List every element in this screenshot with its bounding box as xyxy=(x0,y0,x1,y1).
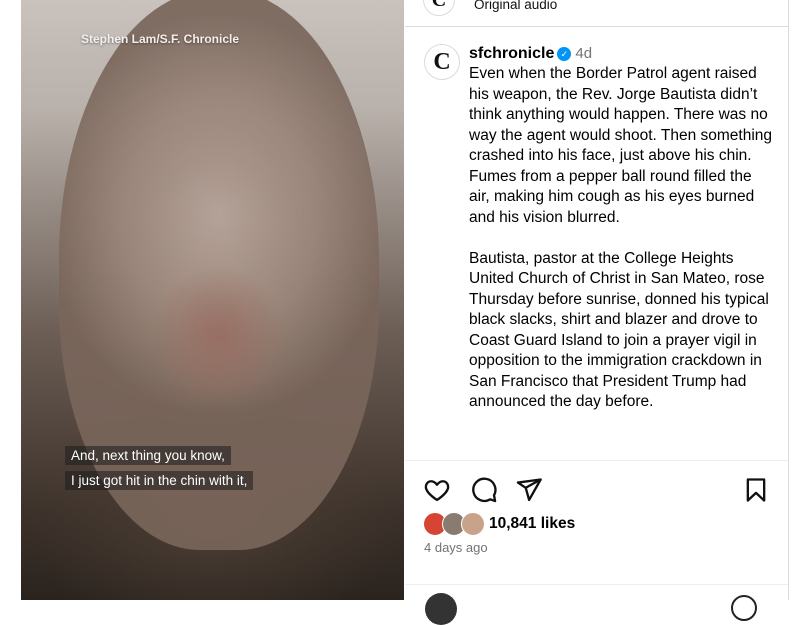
heart-icon[interactable] xyxy=(423,476,451,504)
divider xyxy=(405,460,788,461)
action-bar xyxy=(405,472,788,506)
video-subtitles: And, next thing you know, I just got hit… xyxy=(65,446,254,490)
photo-credit: Stephen Lam/S.F. Chronicle xyxy=(81,32,240,46)
avatar xyxy=(461,512,485,536)
caption-paragraph: Even when the Border Patrol agent raised… xyxy=(469,65,773,226)
audio-avatar: C xyxy=(423,0,455,16)
liker-avatars xyxy=(423,512,485,536)
post-age[interactable]: 4d xyxy=(575,45,592,62)
likes-row[interactable]: 10,841 likes xyxy=(423,512,575,536)
emoji-icon[interactable] xyxy=(731,595,757,621)
username-link[interactable]: sfchronicle xyxy=(469,45,554,62)
subtitle-line: I just got hit in the chin with it, xyxy=(65,471,254,490)
avatar xyxy=(425,593,457,625)
account-avatar[interactable]: C xyxy=(424,44,460,80)
post-timestamp[interactable]: 4 days ago xyxy=(424,540,488,555)
video-player[interactable]: Stephen Lam/S.F. Chronicle And, next thi… xyxy=(21,0,404,600)
caption-text: Even when the Border Patrol agent raised… xyxy=(469,64,774,413)
verified-badge-icon: ✓ xyxy=(557,47,572,61)
caption-header: sfchronicle ✓ 4d xyxy=(469,44,774,64)
bookmark-icon[interactable] xyxy=(742,476,770,504)
caption-paragraph: Bautista, pastor at the College Heights … xyxy=(469,249,769,411)
likes-count[interactable]: 10,841 likes xyxy=(489,515,575,533)
audio-label[interactable]: Original audio xyxy=(474,0,557,12)
comment-icon[interactable] xyxy=(470,476,498,504)
share-icon[interactable] xyxy=(515,476,543,504)
subtitle-line: And, next thing you know, xyxy=(65,446,231,465)
post-panel: C Original audio C sfchronicle✓4d Even w… xyxy=(405,0,789,625)
caption-body: sfchronicle ✓ 4d Even when the Border Patr… xyxy=(469,44,774,413)
comment-composer xyxy=(405,584,788,625)
audio-row[interactable]: C Original audio xyxy=(405,0,788,27)
post-caption: C sfchronicle ✓ 4d Even when the Border Pa… xyxy=(405,40,788,460)
